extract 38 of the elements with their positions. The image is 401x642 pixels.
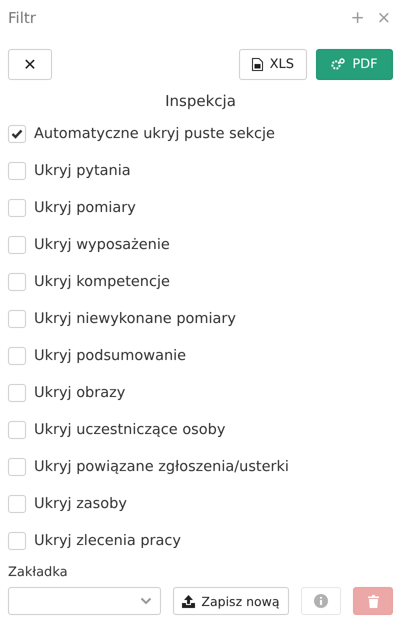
checkbox[interactable] bbox=[8, 532, 26, 550]
checkbox-label: Ukryj niewykonane pomiary bbox=[34, 310, 236, 326]
checkbox-label: Ukryj pomiary bbox=[34, 200, 136, 216]
spreadsheet-icon bbox=[252, 58, 263, 71]
field-label: Zakładka bbox=[8, 565, 69, 582]
checkbox[interactable] bbox=[8, 162, 26, 180]
chevron-down-icon bbox=[140, 597, 152, 605]
checkbox[interactable] bbox=[8, 494, 26, 512]
checkbox-label: Automatyczne ukryj puste sekcje bbox=[34, 126, 275, 142]
upload-icon bbox=[182, 594, 196, 608]
section-title: Inspekcja bbox=[164, 92, 237, 112]
checkbox-label: Ukryj podsumowanie bbox=[34, 348, 186, 364]
bookmark-select[interactable] bbox=[8, 587, 161, 615]
checkbox[interactable] bbox=[8, 384, 26, 402]
checkbox-label: Ukryj zlecenia pracy bbox=[34, 532, 181, 548]
xls-button[interactable]: XLS bbox=[238, 49, 307, 80]
save-new-button[interactable]: Zapisz nową bbox=[173, 587, 289, 615]
panel-title: Filtr bbox=[8, 9, 37, 27]
checkbox[interactable] bbox=[8, 420, 26, 438]
clear-button[interactable]: ✕ bbox=[8, 49, 52, 80]
checkbox[interactable] bbox=[8, 124, 26, 142]
checkbox-label: Ukryj uczestniczące osoby bbox=[34, 422, 226, 438]
checkbox[interactable] bbox=[8, 458, 26, 476]
checkbox-label: Ukryj zasoby bbox=[34, 496, 127, 512]
checkbox-label: Ukryj pytania bbox=[34, 162, 131, 178]
checkbox[interactable] bbox=[8, 346, 26, 364]
gears-icon bbox=[331, 58, 346, 71]
checkbox-label: Ukryj kompetencje bbox=[34, 274, 170, 290]
checkbox-label: Ukryj powiązane zgłoszenia/usterki bbox=[34, 458, 289, 474]
checkbox[interactable] bbox=[8, 272, 26, 290]
check-icon bbox=[11, 128, 23, 138]
checkbox-label: Ukryj obrazy bbox=[34, 384, 126, 400]
info-icon bbox=[314, 594, 328, 608]
checkbox[interactable] bbox=[8, 310, 26, 328]
checkbox-label: Ukryj wyposażenie bbox=[34, 236, 170, 252]
checkbox[interactable] bbox=[8, 236, 26, 254]
checkbox[interactable] bbox=[8, 198, 26, 216]
trash-icon bbox=[368, 594, 378, 608]
